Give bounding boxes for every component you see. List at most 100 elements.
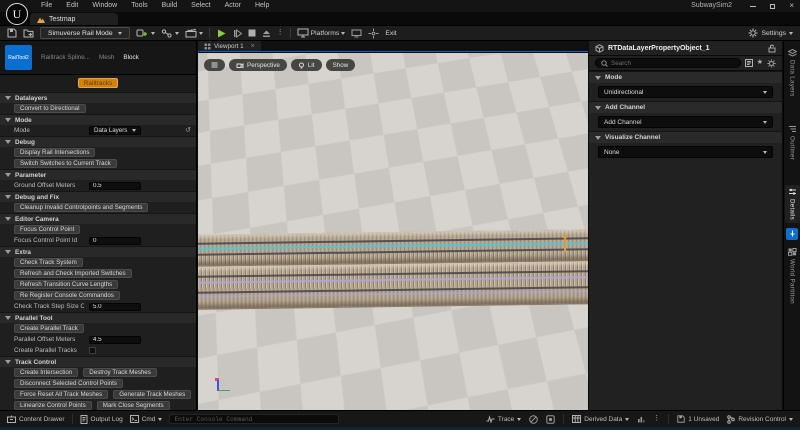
blueprints-icon[interactable] bbox=[161, 28, 179, 39]
viewport-options-button[interactable] bbox=[204, 59, 225, 71]
section-editor-camera[interactable]: Editor Camera bbox=[0, 213, 196, 224]
menu-help[interactable]: Help bbox=[248, 0, 276, 12]
re-register-console-commandos-button[interactable]: Re Register Console Commandos bbox=[14, 291, 120, 300]
close-viewport-tab-icon[interactable]: × bbox=[251, 43, 255, 50]
section-mode[interactable]: Mode bbox=[589, 71, 782, 83]
eject-icon[interactable] bbox=[262, 29, 271, 38]
tab-railtool[interactable]: RailTool2 bbox=[5, 45, 32, 70]
trace-dropdown[interactable]: Trace bbox=[486, 415, 521, 423]
menu-edit[interactable]: Edit bbox=[59, 0, 85, 12]
snapshot-icon[interactable] bbox=[546, 415, 555, 424]
tab-mesh[interactable]: Mesh bbox=[99, 54, 114, 61]
simulate-screen-icon[interactable] bbox=[351, 29, 362, 38]
railtracks-badge[interactable]: Railtracks bbox=[78, 78, 119, 88]
focus-control-point-id-field[interactable] bbox=[89, 237, 141, 245]
viewport-canvas[interactable]: Perspective Lit Show bbox=[198, 53, 588, 410]
visualize-channel-select[interactable]: None bbox=[598, 146, 773, 158]
tab-outliner[interactable]: Outliner bbox=[788, 122, 797, 163]
section-track-control[interactable]: Track Control bbox=[0, 356, 196, 367]
search-input[interactable] bbox=[611, 60, 735, 67]
refresh-imported-switches-button[interactable]: Refresh and Check Imported Switches bbox=[14, 269, 132, 278]
create-intersection-button[interactable]: Create Intersection bbox=[14, 368, 78, 377]
teleport-crosshair-icon[interactable] bbox=[368, 28, 379, 39]
section-visualize-channel[interactable]: Visualize Channel bbox=[589, 131, 782, 143]
tab-details[interactable]: Details bbox=[785, 185, 800, 223]
menu-select[interactable]: Select bbox=[184, 0, 217, 12]
menu-file[interactable]: File bbox=[34, 0, 59, 12]
tab-railtrack-spline[interactable]: Railtrack Spline... bbox=[41, 54, 90, 61]
mark-close-segments-button[interactable]: Mark Close Segments bbox=[97, 401, 170, 410]
tab-data-layers[interactable]: Data Layers bbox=[788, 46, 797, 100]
unreal-engine-logo-icon[interactable]: U bbox=[6, 3, 28, 25]
editor-mode-dropdown[interactable]: Simuverse Rail Mode bbox=[40, 27, 130, 39]
cinematics-icon[interactable] bbox=[185, 28, 203, 39]
display-filter-icon[interactable] bbox=[745, 59, 753, 67]
focus-control-point-button[interactable]: Focus Control Point bbox=[14, 225, 80, 234]
settings-button[interactable]: Settings bbox=[748, 28, 793, 38]
perspective-dropdown[interactable]: Perspective bbox=[229, 59, 287, 71]
generate-track-meshes-button[interactable]: Generate Track Meshes bbox=[113, 390, 191, 399]
platforms-button[interactable]: Platforms bbox=[297, 28, 346, 38]
menu-window[interactable]: Window bbox=[85, 0, 124, 12]
convert-to-directional-button[interactable]: Convert to Directional bbox=[14, 104, 86, 113]
content-browser-icon[interactable] bbox=[23, 28, 34, 38]
show-dropdown[interactable]: Show bbox=[326, 59, 356, 71]
refresh-transition-curve-button[interactable]: Refresh Transition Curve Lengths bbox=[14, 280, 118, 289]
active-panel-pin-icon[interactable] bbox=[786, 228, 798, 240]
console-command-input[interactable] bbox=[169, 414, 339, 424]
exit-button[interactable]: Exit bbox=[385, 30, 396, 37]
favorites-star-icon[interactable]: ★ bbox=[757, 59, 763, 67]
railway-tracks[interactable] bbox=[198, 229, 588, 310]
force-reset-all-track-meshes-button[interactable]: Force Reset All Track Meshes bbox=[14, 390, 108, 399]
save-icon[interactable] bbox=[7, 28, 17, 38]
maximize-icon[interactable] bbox=[770, 4, 775, 9]
switch-switches-button[interactable]: Switch Switches to Current Track bbox=[14, 159, 117, 168]
destroy-track-meshes-button[interactable]: Destroy Track Meshes bbox=[83, 368, 157, 377]
linearize-control-points-button[interactable]: Linearize Control Points bbox=[14, 401, 92, 410]
disconnect-selected-control-points-button[interactable]: Disconnect Selected Control Points bbox=[14, 379, 123, 388]
menu-actor[interactable]: Actor bbox=[218, 0, 248, 12]
play-icon[interactable] bbox=[216, 28, 227, 39]
tab-block[interactable]: Block bbox=[123, 54, 138, 61]
cmd-dropdown[interactable]: Cmd bbox=[130, 415, 163, 423]
check-track-step-size-field[interactable] bbox=[89, 303, 141, 311]
section-parallel-tool[interactable]: Parallel Tool bbox=[0, 312, 196, 323]
revision-control-dropdown[interactable]: Revision Control bbox=[727, 415, 793, 424]
play-options-kebab-icon[interactable]: ⋮ bbox=[277, 29, 284, 37]
minimize-icon[interactable] bbox=[750, 6, 756, 7]
cleanup-invalid-button[interactable]: Cleanup Invalid Controlpoints and Segmen… bbox=[14, 203, 148, 212]
parallel-offset-field[interactable] bbox=[89, 336, 141, 344]
mode-dropdown[interactable]: Data Layers bbox=[89, 126, 141, 135]
ground-offset-field[interactable] bbox=[89, 182, 141, 190]
level-tab-testmap[interactable]: Testmap bbox=[30, 13, 118, 25]
create-parallel-tracks-checkbox[interactable] bbox=[89, 347, 96, 354]
mode-select[interactable]: Unidirectional bbox=[598, 86, 773, 98]
stop-icon[interactable] bbox=[248, 29, 256, 37]
tab-world-partition[interactable]: World Partition bbox=[788, 245, 797, 307]
viewport-tab[interactable]: Viewport 1 × bbox=[198, 41, 261, 51]
skip-frame-icon[interactable] bbox=[233, 29, 242, 38]
section-debug[interactable]: Debug bbox=[0, 136, 196, 147]
display-rail-intersections-button[interactable]: Display Rail Intersections bbox=[14, 148, 95, 157]
stats-icon[interactable] bbox=[529, 415, 538, 424]
output-log-button[interactable]: Output Log bbox=[80, 415, 123, 424]
check-track-system-button[interactable]: Check Track System bbox=[14, 258, 83, 267]
details-settings-gear-icon[interactable] bbox=[767, 59, 776, 68]
more-options-kebab-icon[interactable]: ⋮ bbox=[653, 415, 660, 423]
content-drawer-button[interactable]: Content Drawer bbox=[7, 415, 65, 423]
resource-usage-icon[interactable] bbox=[637, 415, 645, 423]
add-actor-icon[interactable] bbox=[136, 28, 155, 39]
reset-to-default-icon[interactable]: ↺ bbox=[185, 127, 191, 134]
menu-build[interactable]: Build bbox=[155, 0, 185, 12]
section-debug-and-fix[interactable]: Debug and Fix bbox=[0, 191, 196, 202]
add-channel-select[interactable]: Add Channel bbox=[598, 116, 773, 128]
section-mode[interactable]: Mode bbox=[0, 114, 196, 125]
track-signal-marker[interactable] bbox=[564, 235, 566, 252]
unsaved-button[interactable]: 1 Unsaved bbox=[677, 415, 719, 423]
lit-dropdown[interactable]: Lit bbox=[291, 59, 322, 71]
search-box[interactable] bbox=[595, 58, 741, 68]
section-parameter[interactable]: Parameter bbox=[0, 169, 196, 180]
section-add-channel[interactable]: Add Channel bbox=[589, 101, 782, 113]
section-extra[interactable]: Extra bbox=[0, 246, 196, 257]
lock-icon[interactable] bbox=[768, 44, 776, 53]
